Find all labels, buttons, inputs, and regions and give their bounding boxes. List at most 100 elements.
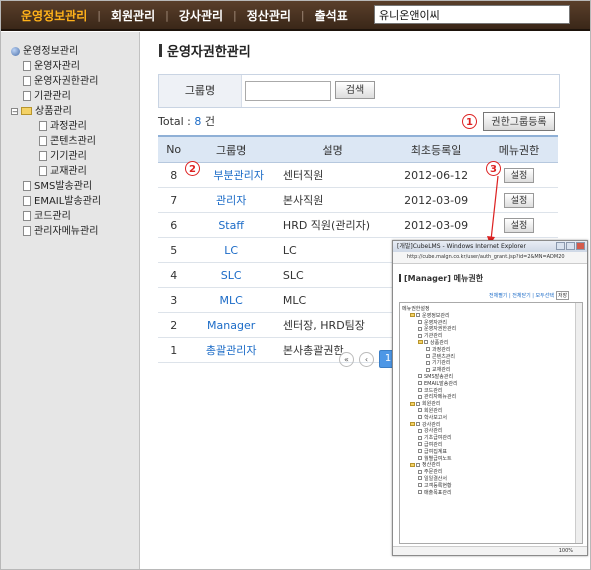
sidebar-item[interactable]: 운영자관리 <box>1 59 101 74</box>
sidebar-item[interactable]: − 상품관리 <box>1 104 101 119</box>
nav-members[interactable]: 회원관리 <box>101 7 165 24</box>
zoom-level[interactable]: 100% <box>559 548 573 554</box>
cell-group-link[interactable]: 관리자 <box>189 187 273 213</box>
prev-page-button[interactable]: ‹ <box>359 351 374 367</box>
first-page-button[interactable]: « <box>339 351 354 367</box>
sidebar-item[interactable]: 코드관리 <box>1 209 101 224</box>
window-buttons <box>556 242 585 250</box>
search-button[interactable]: 검색 <box>335 81 375 99</box>
popup-tree-label: 월별급여노트 <box>424 455 452 462</box>
sidebar-root[interactable]: 운영정보관리 <box>1 44 101 59</box>
folder-icon <box>418 340 423 345</box>
permission-checkbox[interactable] <box>418 333 422 338</box>
settings-button[interactable]: 설정 <box>503 192 534 208</box>
collapse-icon[interactable]: − <box>11 107 18 115</box>
popup-tree-item[interactable]: 학사보고서 <box>402 415 458 422</box>
maximize-icon[interactable] <box>566 242 575 250</box>
permission-checkbox[interactable] <box>418 374 422 379</box>
popup-tree-item[interactable]: EMAIL발송관리 <box>402 381 458 388</box>
settings-button[interactable]: 설정 <box>503 217 534 233</box>
popup-address-bar[interactable]: http://cube.malgn.co.kr/user/auth_grant.… <box>393 252 587 264</box>
popup-tree-item[interactable]: 기관관리 <box>402 333 458 340</box>
sidebar-item[interactable]: 관리자메뉴관리 <box>1 224 101 239</box>
permission-checkbox[interactable] <box>418 449 422 454</box>
sidebar-item[interactable]: 교재관리 <box>1 164 101 179</box>
permission-checkbox[interactable] <box>418 469 422 474</box>
popup-tree-item[interactable]: 급여관리 <box>402 442 458 449</box>
popup-tree-item[interactable]: 회원관리 <box>402 408 458 415</box>
permission-checkbox[interactable] <box>418 456 422 461</box>
permission-checkbox[interactable] <box>416 462 420 467</box>
sidebar-item[interactable]: 콘텐츠관리 <box>1 134 101 149</box>
nav-instructors[interactable]: 강사관리 <box>169 7 233 24</box>
popup-tree-item[interactable]: 기초급여관리 <box>402 435 458 442</box>
sidebar-item[interactable]: 과정관리 <box>1 119 101 134</box>
popup-tree-item[interactable]: 일일결산서 <box>402 476 458 483</box>
cell-group-link[interactable]: LC <box>189 237 273 263</box>
permission-checkbox[interactable] <box>418 442 422 447</box>
sidebar-item[interactable]: 기기관리 <box>1 149 101 164</box>
permission-checkbox[interactable] <box>418 415 422 420</box>
close-icon[interactable] <box>576 242 585 250</box>
cell-group-link[interactable]: 부분관리자 <box>189 162 273 188</box>
cell-no: 3 <box>158 287 190 313</box>
popup-tree-item[interactable]: 급여집계표 <box>402 449 458 456</box>
col-menu-auth: 메뉴권한 <box>479 135 558 163</box>
permission-checkbox[interactable] <box>416 422 420 427</box>
group-name-input[interactable] <box>245 81 331 101</box>
permission-checkbox[interactable] <box>426 367 430 372</box>
sidebar-item-label: 기기관리 <box>50 151 87 162</box>
page-icon <box>23 196 31 206</box>
permission-checkbox[interactable] <box>418 435 422 440</box>
sidebar-item[interactable]: SMS발송관리 <box>1 179 101 194</box>
sidebar-item[interactable]: 운영자권한관리 <box>1 74 101 89</box>
permission-checkbox[interactable] <box>418 394 422 399</box>
popup-save-button[interactable]: 저장 <box>555 291 570 300</box>
sidebar-item[interactable]: 기관관리 <box>1 89 101 104</box>
popup-tree-item[interactable]: 상품관리 <box>402 340 458 347</box>
nav-operations[interactable]: 운영정보관리 <box>11 7 97 24</box>
popup-tree-item[interactable]: 교재관리 <box>402 367 458 374</box>
permission-checkbox[interactable] <box>418 388 422 393</box>
permission-checkbox[interactable] <box>418 408 422 413</box>
page-icon <box>23 91 31 101</box>
permission-checkbox[interactable] <box>426 360 430 365</box>
cell-desc: HRD 직원(관리자) <box>272 212 393 238</box>
permission-checkbox[interactable] <box>418 428 422 433</box>
cell-group-link[interactable]: Staff <box>189 212 273 238</box>
permission-checkbox[interactable] <box>416 313 420 318</box>
cell-group-link[interactable]: MLC <box>189 287 273 313</box>
popup-tree-item[interactable]: 메뉴권한설정 <box>402 306 458 313</box>
company-field[interactable]: 유니온앤이씨 <box>374 5 570 24</box>
permission-checkbox[interactable] <box>416 401 420 406</box>
popup-tree-item[interactable]: 주문관리 <box>402 469 458 476</box>
permission-checkbox[interactable] <box>418 476 422 481</box>
permission-checkbox[interactable] <box>426 354 430 359</box>
permission-checkbox[interactable] <box>418 381 422 386</box>
popup-tree-item[interactable]: SMS발송관리 <box>402 374 458 381</box>
nav-attendance[interactable]: 출석표 <box>305 7 358 24</box>
permission-checkbox[interactable] <box>426 347 430 352</box>
cell-no: 6 <box>158 212 190 238</box>
cell-group-link[interactable]: 총괄관리자 <box>189 337 273 363</box>
popup-scrollbar[interactable] <box>575 303 582 543</box>
permission-checkbox[interactable] <box>418 326 422 331</box>
register-group-button[interactable]: 권한그룹등록 <box>483 112 555 131</box>
permission-checkbox[interactable] <box>424 340 428 345</box>
nav-settlement[interactable]: 정산관리 <box>237 7 301 24</box>
cell-group-link[interactable]: Manager <box>189 312 273 338</box>
popup-tree-item[interactable]: 과정관리 <box>402 347 458 354</box>
popup-tree-item[interactable]: 운영정보관리 <box>402 313 458 320</box>
folder-icon <box>410 462 415 467</box>
minimize-icon[interactable] <box>556 242 565 250</box>
popup-tree-item[interactable]: 매출목표관리 <box>402 490 458 497</box>
cell-group-link[interactable]: SLC <box>189 262 273 288</box>
popup-tree-item[interactable]: 고객등록현황 <box>402 483 458 490</box>
sidebar-item[interactable]: EMAIL발송관리 <box>1 194 101 209</box>
permission-checkbox[interactable] <box>418 483 422 488</box>
popup-tree-item[interactable]: 회원관리 <box>402 401 458 408</box>
settings-button[interactable]: 설정 <box>503 167 534 183</box>
permission-checkbox[interactable] <box>418 490 422 495</box>
permission-checkbox[interactable] <box>418 320 422 325</box>
expand-collapse-links[interactable]: 전체펼기 | 전체닫기 | 모두선택 <box>489 293 554 299</box>
